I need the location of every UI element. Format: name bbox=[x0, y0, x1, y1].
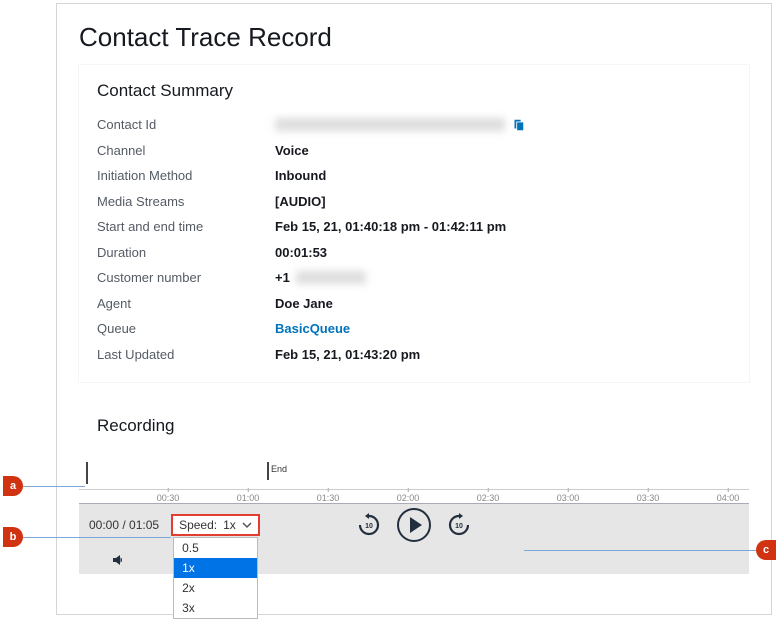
value-initiation: Inbound bbox=[275, 166, 326, 186]
volume-icon[interactable] bbox=[111, 552, 127, 568]
label-updated: Last Updated bbox=[97, 345, 275, 365]
callout-c: c bbox=[524, 540, 776, 560]
speed-label: Speed: bbox=[179, 518, 217, 532]
timeline-tick: 03:30 bbox=[637, 488, 660, 503]
timeline-tick: 04:00 bbox=[717, 488, 740, 503]
value-contact-id bbox=[275, 118, 525, 132]
timeline-ticks: 00:30 01:00 01:30 02:00 02:30 03:00 03:30 04:00 bbox=[79, 489, 749, 503]
custnum-prefix: +1 bbox=[275, 268, 290, 288]
recording-title: Recording bbox=[97, 416, 731, 436]
timeline-tick: 03:00 bbox=[557, 488, 580, 503]
timeline-tick: 02:00 bbox=[397, 488, 420, 503]
end-marker: End bbox=[267, 462, 269, 480]
timeline[interactable]: End 00:3001:0001:3002:0002:3003:0003:300… bbox=[79, 460, 749, 504]
speed-option[interactable]: 0.5 bbox=[174, 538, 257, 558]
label-initiation: Initiation Method bbox=[97, 166, 275, 186]
value-channel: Voice bbox=[275, 141, 309, 161]
copy-icon[interactable] bbox=[511, 118, 525, 132]
value-startend: Feb 15, 21, 01:40:18 pm - 01:42:11 pm bbox=[275, 217, 506, 237]
svg-text:10: 10 bbox=[365, 523, 373, 530]
callout-a: a bbox=[3, 476, 85, 496]
speed-selector[interactable]: Speed: 1x 0.51x2x3x bbox=[171, 514, 260, 536]
contact-summary-title: Contact Summary bbox=[97, 81, 731, 101]
value-custnum: +1 bbox=[275, 268, 366, 288]
callout-badge-b: b bbox=[3, 527, 23, 547]
speed-option[interactable]: 3x bbox=[174, 598, 257, 618]
label-agent: Agent bbox=[97, 294, 275, 314]
speed-option[interactable]: 1x bbox=[174, 558, 257, 578]
label-startend: Start and end time bbox=[97, 217, 275, 237]
value-agent: Doe Jane bbox=[275, 294, 333, 314]
value-queue-link[interactable]: BasicQueue bbox=[275, 319, 350, 339]
label-queue: Queue bbox=[97, 319, 275, 339]
label-custnum: Customer number bbox=[97, 268, 275, 288]
contact-summary-panel: Contact Summary Contact Id Channel Voice… bbox=[79, 65, 749, 382]
callout-badge-c: c bbox=[756, 540, 776, 560]
speed-dropdown: 0.51x2x3x bbox=[173, 537, 258, 619]
label-channel: Channel bbox=[97, 141, 275, 161]
svg-text:10: 10 bbox=[455, 523, 463, 530]
value-duration: 00:01:53 bbox=[275, 243, 327, 263]
label-duration: Duration bbox=[97, 243, 275, 263]
value-updated: Feb 15, 21, 01:43:20 pm bbox=[275, 345, 420, 365]
timeline-tick: 01:30 bbox=[317, 488, 340, 503]
timeline-tick: 00:30 bbox=[157, 488, 180, 503]
timeline-tick: 02:30 bbox=[477, 488, 500, 503]
playhead[interactable] bbox=[86, 462, 88, 484]
timeline-tick: 01:00 bbox=[237, 488, 260, 503]
speed-option[interactable]: 2x bbox=[174, 578, 257, 598]
end-label: End bbox=[271, 464, 287, 474]
page-title: Contact Trace Record bbox=[57, 22, 771, 65]
label-contact-id: Contact Id bbox=[97, 115, 275, 135]
rewind-10-button[interactable]: 10 bbox=[355, 511, 383, 539]
chevron-down-icon bbox=[242, 520, 252, 530]
speed-value: 1x bbox=[223, 518, 236, 532]
label-media: Media Streams bbox=[97, 192, 275, 212]
play-button[interactable] bbox=[397, 508, 431, 542]
callout-b: b bbox=[3, 527, 171, 547]
callout-badge-a: a bbox=[3, 476, 23, 496]
value-media: [AUDIO] bbox=[275, 192, 326, 212]
forward-10-button[interactable]: 10 bbox=[445, 511, 473, 539]
